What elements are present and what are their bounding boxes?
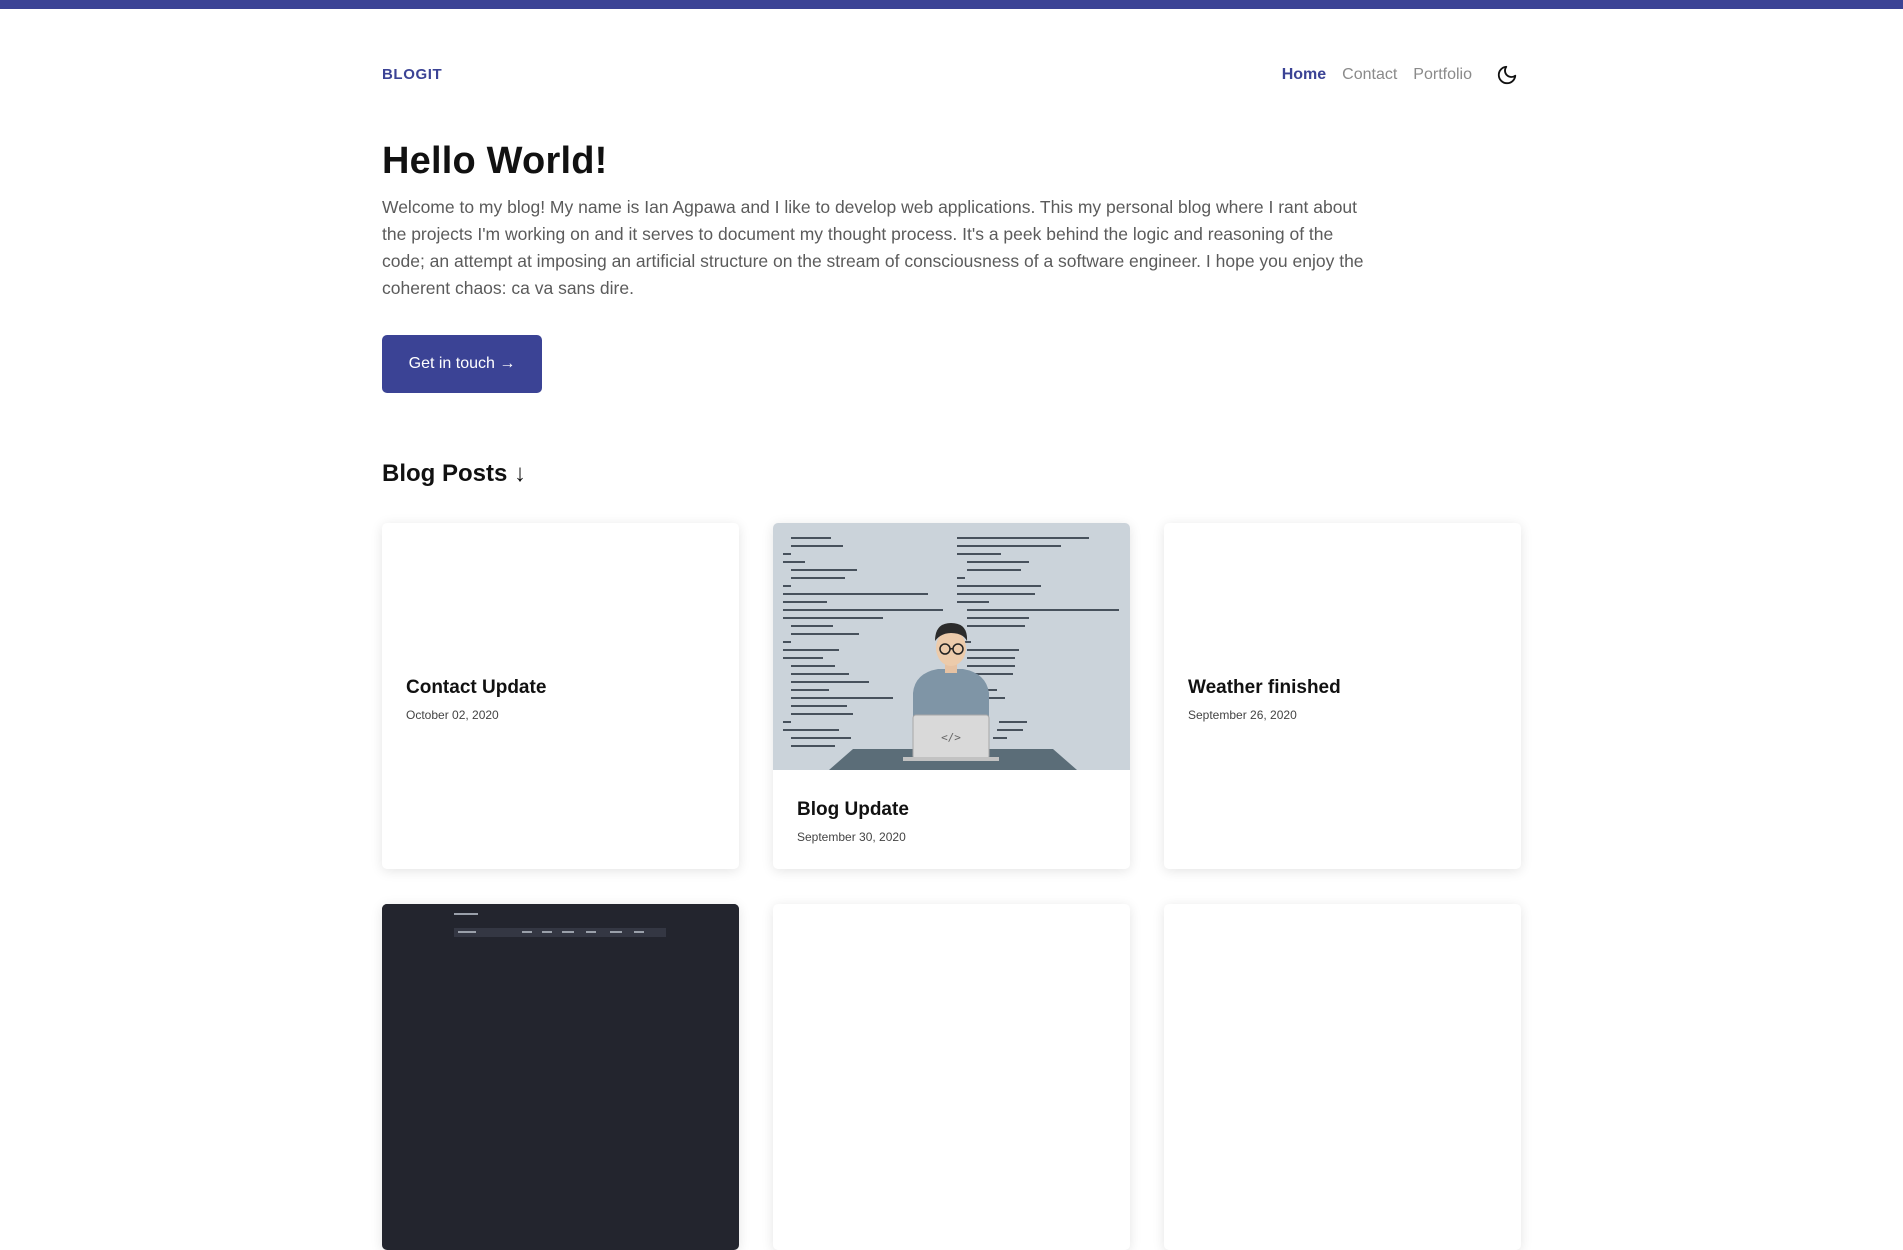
post-card[interactable] [382, 904, 739, 1250]
moon-icon [1497, 65, 1517, 85]
main-nav: Home Contact Portfolio [1266, 62, 1520, 88]
post-thumbnail: </> [773, 523, 1130, 770]
post-card[interactable]: Weather finished September 26, 2020 [1164, 523, 1521, 869]
brand-logo[interactable]: BLOGIT [382, 66, 442, 83]
theme-toggle-button[interactable] [1494, 62, 1520, 88]
blog-posts-heading: Blog Posts ↓ [382, 460, 527, 487]
hero-intro: Welcome to my blog! My name is Ian Agpaw… [382, 197, 1364, 298]
post-title[interactable]: Contact Update [406, 677, 546, 699]
post-card[interactable]: </> Blog Update September 30, 2020 [773, 523, 1130, 869]
post-card[interactable] [773, 904, 1130, 1250]
get-in-touch-button[interactable]: Get in touch → [382, 335, 542, 393]
post-title[interactable]: Blog Update [797, 799, 909, 821]
top-accent-bar [0, 0, 1903, 9]
post-card[interactable] [1164, 904, 1521, 1250]
post-thumbnail [382, 904, 739, 937]
site-header: BLOGIT Home Contact Portfolio [382, 62, 1520, 92]
nav-portfolio[interactable]: Portfolio [1413, 66, 1472, 84]
svg-text:</>: </> [941, 731, 961, 744]
nav-contact[interactable]: Contact [1342, 66, 1397, 84]
post-date: October 02, 2020 [406, 708, 499, 722]
post-title[interactable]: Weather finished [1188, 677, 1341, 699]
post-date: September 26, 2020 [1188, 708, 1297, 722]
post-date: September 30, 2020 [797, 830, 906, 844]
nav-home[interactable]: Home [1282, 66, 1326, 84]
post-card[interactable]: Contact Update October 02, 2020 [382, 523, 739, 869]
hero-title: Hello World! [382, 140, 608, 182]
